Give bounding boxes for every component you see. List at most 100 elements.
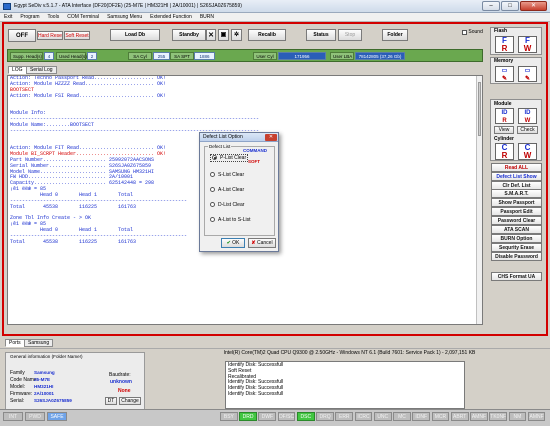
radio-indicator[interactable] — [210, 217, 215, 222]
save-icon[interactable]: ▣ — [218, 29, 229, 41]
radio-a-list-clear[interactable]: A-List Clear — [210, 187, 244, 193]
side-button-defect-list-show[interactable]: Defect List Show — [491, 172, 542, 181]
radio-p-list-clear[interactable]: P-List Clear — [210, 154, 249, 163]
flash-read-button[interactable]: FR — [495, 36, 514, 53]
view-button[interactable]: View — [494, 126, 514, 134]
check-icon: ✔ — [226, 240, 231, 246]
load-db-button[interactable]: Load Db — [110, 29, 160, 41]
module-title: Module — [494, 101, 512, 107]
message-line: Identify Disk: Successfull — [228, 390, 284, 397]
menu-burn[interactable]: BURN — [196, 13, 218, 21]
radio-label: P-List Clear — [220, 155, 247, 161]
side-button-sequrity-erase[interactable]: Sequrity Erase — [491, 243, 542, 252]
user-lba-label: User LBA — [330, 52, 354, 60]
hard-reset-button[interactable]: Hard Reset — [37, 31, 63, 40]
standby-button[interactable]: Standby — [172, 29, 206, 41]
side-button-password-clear[interactable]: Password Clear — [491, 216, 542, 225]
cancel-button[interactable]: ✘ Cancel — [248, 238, 276, 248]
close-x-icon[interactable]: ✕ — [206, 29, 216, 41]
close-button[interactable]: ✕ — [520, 1, 547, 11]
serial-value: S26SJA0Z675859 — [34, 398, 72, 403]
side-button-ata-scan[interactable]: ATA SCAN — [491, 225, 542, 234]
radio-a-list-to-s-list[interactable]: A-List to S-List — [210, 217, 251, 223]
status-safe: SAFE — [47, 412, 67, 421]
dt-button[interactable]: DT — [105, 397, 117, 405]
side-button-show-passport[interactable]: Show Passport — [491, 198, 542, 207]
cylinder-title: Cylinder — [494, 136, 515, 142]
status-flag-idnf: IDNF — [412, 412, 431, 421]
tab-samsung[interactable]: Samsung — [24, 339, 54, 347]
radio-label: S-List Clear — [218, 172, 245, 178]
memory-write-button[interactable]: ▭ ✎ — [518, 66, 537, 82]
dialog-close-button[interactable]: ✕ — [265, 134, 277, 141]
menu-com-terminal[interactable]: COM Terminal — [63, 13, 103, 21]
group-label: Defect List — [208, 144, 232, 149]
side-button-read-all[interactable]: Read ALL — [491, 163, 542, 172]
soft-reset-button[interactable]: Soft Reset — [64, 31, 90, 40]
command-label: COMMAND — [243, 148, 267, 153]
folder-button[interactable]: Folder — [382, 29, 408, 41]
message-lines: Identify Disk: Successfull Soft Reset Reca… — [228, 362, 462, 398]
flash-title: Flash — [494, 28, 508, 34]
memory-read-button[interactable]: ▭ ✎ — [495, 66, 514, 82]
menu-program[interactable]: Program — [16, 13, 43, 21]
radio-d-list-clear[interactable]: D-List Clear — [210, 202, 244, 208]
minimize-button[interactable]: – — [482, 1, 500, 11]
tab-log[interactable]: LOG — [8, 66, 27, 74]
menu-bar: Exit Program Tools COM Terminal Samsung Menu… — [0, 13, 550, 22]
sound-checkbox-box[interactable] — [462, 29, 467, 35]
none-label: None — [118, 388, 131, 394]
status-button[interactable]: Status — [306, 29, 336, 41]
menu-tools[interactable]: Tools — [44, 13, 64, 21]
stop-button[interactable]: Stop — [338, 29, 362, 41]
side-button-passport-edit[interactable]: Passport Edit — [491, 207, 542, 216]
radio-indicator[interactable] — [210, 172, 215, 177]
sound-label: Sound — [468, 29, 483, 35]
cylinder-write-button[interactable]: CW — [518, 143, 537, 160]
radio-s-list-clear[interactable]: S-List Clear — [210, 172, 244, 178]
radio-indicator[interactable] — [210, 202, 215, 207]
system-info: Intel(R) Core(TM)2 Quad CPU Q9300 @ 2.50… — [223, 350, 476, 356]
firmware-label: Firmware: — [10, 391, 33, 397]
baudrate-label: Baudrate: — [109, 372, 131, 378]
status-pwd: PWD — [25, 412, 45, 421]
side-button-s-m-a-r-t[interactable]: S.M.A.R.T. — [491, 189, 542, 198]
flash-write-button[interactable]: FW — [518, 36, 537, 53]
menu-samsung[interactable]: Samsung Menu — [103, 13, 146, 21]
message-log[interactable]: Identify Disk: Successfull Soft Reset Reca… — [225, 361, 465, 409]
defect-list-group: Defect List COMMAND SOFT P-List Clear S-… — [204, 144, 275, 236]
status-int: INT — [3, 412, 23, 421]
radio-indicator[interactable] — [210, 187, 215, 192]
side-button-chs-format-ua[interactable]: CHS Format UA — [491, 272, 542, 281]
flash-group: Flash FR FW — [490, 27, 542, 55]
module-id-write-button[interactable]: ID W — [518, 108, 537, 124]
module-id-read-button[interactable]: ID R — [495, 108, 514, 124]
tab-ports[interactable]: Ports — [5, 339, 25, 347]
scroll-thumb[interactable] — [478, 82, 481, 136]
settings-icon[interactable]: ✲ — [231, 29, 242, 41]
change-button[interactable]: Change — [119, 397, 141, 405]
sa-cyl-label: SA Cyl — [128, 52, 152, 60]
check-button[interactable]: Check — [517, 126, 538, 134]
ok-button[interactable]: ✔ OK — [221, 238, 245, 248]
memory-group: Memory ▭ ✎ ▭ ✎ — [490, 57, 542, 84]
memory-title: Memory — [494, 58, 514, 64]
radio-indicator[interactable] — [212, 155, 217, 160]
maximize-button[interactable]: □ — [501, 1, 519, 11]
side-button-burn-option[interactable]: BURN Option — [491, 234, 542, 243]
tab-serial-log[interactable]: Serial Log — [26, 66, 57, 74]
user-cyl-value: 171956 — [278, 52, 326, 60]
side-button-disable-password[interactable]: Disable Password — [491, 252, 542, 261]
menu-extended[interactable]: Extended Function — [146, 13, 196, 21]
sound-checkbox[interactable]: Sound — [462, 29, 483, 35]
log-scrollbar[interactable] — [476, 76, 482, 324]
soft-label: SOFT — [248, 159, 260, 164]
supp-heads-label: Supp. Head(s) — [10, 52, 43, 60]
off-button[interactable]: OFF — [8, 29, 36, 42]
recalib-button[interactable]: Recalib — [248, 29, 286, 41]
sa-spt-label: SA SPT — [170, 52, 194, 60]
cylinder-read-button[interactable]: CR — [495, 143, 514, 160]
used-heads-value: 2 — [87, 52, 97, 60]
code-value: 25-M7E — [34, 377, 51, 382]
menu-exit[interactable]: Exit — [0, 13, 16, 21]
